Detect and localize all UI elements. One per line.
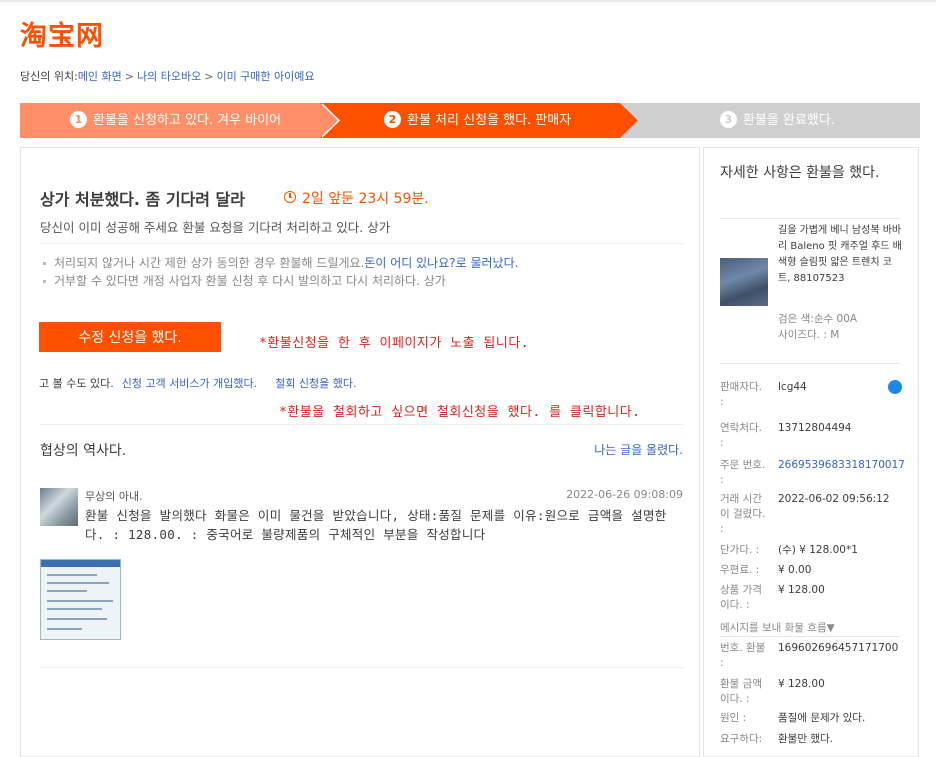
step-number: 1 bbox=[70, 111, 87, 128]
chat-icon[interactable] bbox=[888, 380, 902, 394]
countdown: 2일 앞둔 23시 59분. bbox=[284, 188, 429, 208]
image-line bbox=[47, 608, 102, 610]
info-key: 단가다. : bbox=[720, 544, 760, 556]
step-1: 1 환불을 신청하고 있다. 겨우 바이어 bbox=[20, 103, 336, 138]
status-tips: 처리되지 않거나 시간 제한 상가 동의한 경우 환불해 드릴게요.돈이 어디 … bbox=[40, 254, 518, 290]
annotation-note: *환불신청을 한 후 이페이지가 노출 됩니다. bbox=[259, 336, 530, 351]
info-key: 요구하다: bbox=[720, 733, 763, 745]
product-size: 사이즈다. : M bbox=[778, 329, 840, 341]
sidebar-title: 자세한 사항은 환불을 했다. bbox=[720, 165, 880, 181]
message-author: 무상의 아내. bbox=[85, 490, 143, 503]
breadcrumb-purchased[interactable]: 이미 구매한 아이예요 bbox=[216, 70, 314, 83]
divider bbox=[720, 636, 900, 637]
step-3: 3 환불을 완료했다. bbox=[620, 103, 920, 138]
message-time: 2022-06-26 09:08:09 bbox=[566, 488, 683, 501]
image-line bbox=[47, 628, 82, 630]
evidence-image[interactable] bbox=[40, 559, 121, 640]
info-key: 연락처다. : bbox=[720, 422, 762, 449]
progress-steps: 1 환불을 신청하고 있다. 겨우 바이어 3 환불을 완료했다. 2 환불 처리 신… bbox=[20, 103, 920, 138]
divider bbox=[40, 243, 683, 244]
status-title: 상가 처분했다. 좀 기다려 달라 bbox=[40, 190, 245, 209]
product-name[interactable]: 길을 가볍게 베니 남성복 바바리 Baleno 핏 캐주얼 후드 배색형 슬림… bbox=[778, 223, 903, 287]
info-value: ¥ 0.00 bbox=[778, 564, 812, 576]
history-title: 협상의 역사다. bbox=[40, 443, 127, 459]
step-label: 환불을 신청하고 있다. 겨우 바이어 bbox=[93, 113, 282, 128]
breadcrumb-my-taobao[interactable]: 나의 타오바오 bbox=[137, 70, 201, 83]
info-value: 2022-06-02 09:56:12 bbox=[778, 493, 890, 505]
info-key: 우편료. : bbox=[720, 564, 760, 576]
breadcrumb-home[interactable]: 메인 화면 bbox=[78, 70, 122, 83]
tip-text: 거부할 수 있다면 개정 사업자 환불 신청 후 다시 발의하고 다시 처리하다… bbox=[54, 274, 446, 288]
refund-detail-sidebar: 자세한 사항은 환불을 했다. 길을 가볍게 베니 남성복 바바리 Baleno… bbox=[703, 147, 919, 757]
image-line bbox=[47, 600, 113, 602]
customer-service-link[interactable]: 신청 고객 서비스가 개입했다. bbox=[122, 377, 257, 390]
info-value: 169602696457171700 bbox=[778, 642, 899, 654]
image-line bbox=[47, 582, 109, 584]
divider bbox=[40, 424, 683, 425]
image-line bbox=[47, 574, 97, 576]
info-key: 판매자다. : bbox=[720, 381, 762, 408]
message-body: 환불 신청을 발의했다 화물은 이미 물건을 받았습니다, 상태:품질 문제를 … bbox=[85, 508, 667, 542]
image-line bbox=[47, 618, 107, 620]
countdown-text: 2일 앞둔 23시 59분. bbox=[302, 191, 429, 207]
info-key: 번호. 환불 : bbox=[720, 642, 766, 669]
avatar bbox=[40, 488, 78, 526]
divider bbox=[40, 667, 683, 668]
breadcrumb-separator: > bbox=[124, 70, 135, 83]
step-number: 3 bbox=[720, 111, 737, 128]
info-key: 원인 : bbox=[720, 712, 747, 724]
refund-status-panel: 상가 처분했다. 좀 기다려 달라 2일 앞둔 23시 59분. 당신이 이미 … bbox=[20, 147, 700, 757]
other-actions: 고 볼 수도 있다. 신청 고객 서비스가 개입했다. 철회 신청을 했다. bbox=[39, 375, 357, 391]
info-value: 13712804494 bbox=[778, 422, 852, 434]
info-value: 품질에 문제가 있다. bbox=[778, 712, 866, 724]
withdraw-request-link[interactable]: 철회 신청을 했다. bbox=[275, 377, 356, 390]
breadcrumb-separator: > bbox=[204, 70, 214, 83]
info-key: 거래 시간이 걸렸다. : bbox=[720, 493, 766, 535]
breadcrumb: 당신의 위치:메인 화면 > 나의 타오바오 > 이미 구매한 아이예요 bbox=[20, 68, 315, 84]
tip-text: 처리되지 않거나 시간 제한 상가 동의한 경우 환불해 드릴게요. bbox=[54, 256, 365, 270]
divider bbox=[720, 363, 900, 364]
status-description: 당신이 이미 성공해 주세요 환불 요청을 기다려 처리하고 있다. 상가 bbox=[40, 220, 391, 235]
order-number-link[interactable]: 2669539683318170017 bbox=[778, 458, 913, 473]
annotation-note: *환불을 철회하고 싶으면 철회신청을 했다. 를 클릭합니다. bbox=[279, 405, 641, 420]
modify-request-button[interactable]: 수정 신청을 했다. bbox=[39, 322, 221, 352]
step-label: 환불 처리 신청을 했다. 판매자 bbox=[407, 113, 572, 128]
info-key: 주문 번호. : bbox=[720, 459, 766, 486]
step-number: 2 bbox=[384, 111, 401, 128]
logistics-toggle[interactable]: 메시지를 보내 화물 흐름▼ bbox=[720, 620, 835, 635]
tip-item: 거부할 수 있다면 개정 사업자 환불 신청 후 다시 발의하고 다시 처리하다… bbox=[40, 272, 518, 290]
info-value: ¥ 128.00 bbox=[778, 678, 825, 690]
product-color: 검은 색:순수 00A bbox=[778, 313, 858, 325]
post-message-link[interactable]: 나는 글을 올렸다. bbox=[594, 441, 683, 458]
tip-item: 처리되지 않거나 시간 제한 상가 동의한 경우 환불해 드릴게요.돈이 어디 … bbox=[40, 254, 518, 272]
product-image[interactable] bbox=[720, 258, 768, 306]
step-label: 환불을 완료했다. bbox=[743, 113, 835, 128]
image-titlebar bbox=[41, 560, 120, 567]
info-value: ¥ 128.00 bbox=[778, 584, 825, 596]
divider bbox=[720, 218, 900, 219]
taobao-logo[interactable]: 淘宝网 bbox=[20, 14, 104, 53]
product-attributes: 검은 색:순수 00A 사이즈다. : M bbox=[778, 311, 857, 343]
image-line bbox=[47, 590, 87, 592]
top-border bbox=[0, 0, 936, 2]
step-2-active: 2 환불 처리 신청을 했다. 판매자 bbox=[320, 103, 638, 138]
where-is-money-link[interactable]: 돈이 어디 있나요?로 물러났다. bbox=[364, 256, 518, 270]
info-value: (수) ¥ 128.00*1 bbox=[778, 544, 858, 556]
info-key: 환불 금액이다. : bbox=[720, 678, 762, 705]
breadcrumb-prefix: 당신의 위치: bbox=[20, 70, 78, 83]
clock-icon bbox=[284, 191, 296, 203]
info-value: 환불만 했다. bbox=[778, 733, 833, 745]
info-key: 상품 가격이다. : bbox=[720, 584, 762, 611]
other-actions-label: 고 볼 수도 있다. bbox=[39, 377, 114, 390]
